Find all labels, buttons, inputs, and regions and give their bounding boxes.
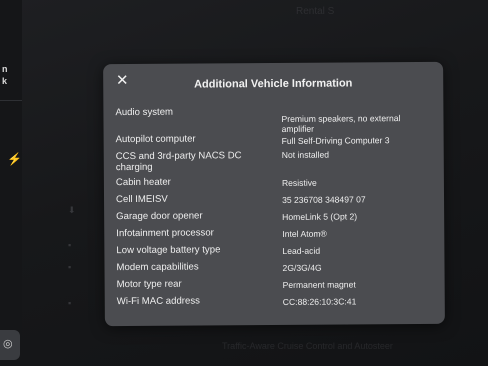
info-label: Motor type rear (116, 278, 182, 291)
info-label: Low voltage battery type (116, 244, 221, 257)
info-label: Modem capabilities (116, 261, 199, 274)
rail-divider (0, 100, 22, 101)
info-row: CCS and 3rd-party NACS DC charging Not i… (104, 149, 444, 173)
info-row: Cabin heater Resistive (104, 175, 444, 188)
info-label: Cabin heater (115, 176, 171, 189)
download-icon: ⬇ (68, 205, 76, 215)
info-label: Autopilot computer (115, 133, 196, 146)
info-value: Permanent magnet (282, 279, 356, 290)
info-value: 35 236708 348497 07 (282, 194, 366, 205)
info-value: Full Self-Driving Computer 3 (281, 135, 390, 146)
left-rail (0, 0, 22, 366)
vehicle-info-modal: ✕ Additional Vehicle Information Audio s… (103, 61, 445, 327)
background-marker-icon: ▪ (68, 240, 72, 250)
info-label: Audio system (115, 106, 174, 119)
info-value: CC:88:26:10:3C:41 (282, 296, 357, 307)
background-bottom-text: Traffic-Aware Cruise Control and Autoste… (222, 341, 393, 351)
steering-icon: ◎ (3, 338, 13, 350)
info-label: CCS and 3rd-party NACS DC charging (115, 150, 242, 174)
rail-text-2: k (2, 76, 8, 86)
charging-bolt-icon: ⚡ (7, 152, 22, 166)
info-value: HomeLink 5 (Opt 2) (282, 211, 358, 222)
info-row: Low voltage battery type Lead-acid (104, 243, 444, 256)
rail-text-1: n (2, 64, 8, 74)
info-label: Garage door opener (116, 210, 203, 223)
info-label: Wi-Fi MAC address (116, 295, 200, 308)
info-value: Intel Atom® (282, 228, 327, 239)
info-row: Audio system Premium speakers, no extern… (103, 105, 443, 134)
info-row: Cell IMEISV 35 236708 348497 07 (104, 192, 444, 205)
background-marker-icon: ▪ (68, 298, 72, 308)
info-value: Lead-acid (282, 245, 321, 256)
info-value: 2G/3G/4G (282, 262, 322, 273)
info-label: Infotainment processor (116, 227, 214, 240)
info-list: Audio system Premium speakers, no extern… (103, 102, 443, 307)
background-top-text: Rental S (296, 6, 335, 17)
info-row: Motor type rear Permanent magnet (105, 277, 445, 290)
info-row: Wi-Fi MAC address CC:88:26:10:3C:41 (105, 294, 445, 308)
info-value: Premium speakers, no external amplifier (281, 113, 401, 134)
info-row: Garage door opener HomeLink 5 (Opt 2) (104, 209, 444, 222)
background-marker-icon: ▪ (68, 262, 72, 272)
modal-title: Additional Vehicle Information (194, 77, 353, 91)
info-row: Infotainment processor Intel Atom® (104, 226, 444, 239)
info-value: Not installed (281, 149, 330, 160)
info-label: Cell IMEISV (115, 193, 168, 206)
modal-header: ✕ Additional Vehicle Information (103, 62, 443, 102)
info-value: Resistive (281, 177, 317, 188)
info-row: Modem capabilities 2G/3G/4G (104, 260, 444, 274)
